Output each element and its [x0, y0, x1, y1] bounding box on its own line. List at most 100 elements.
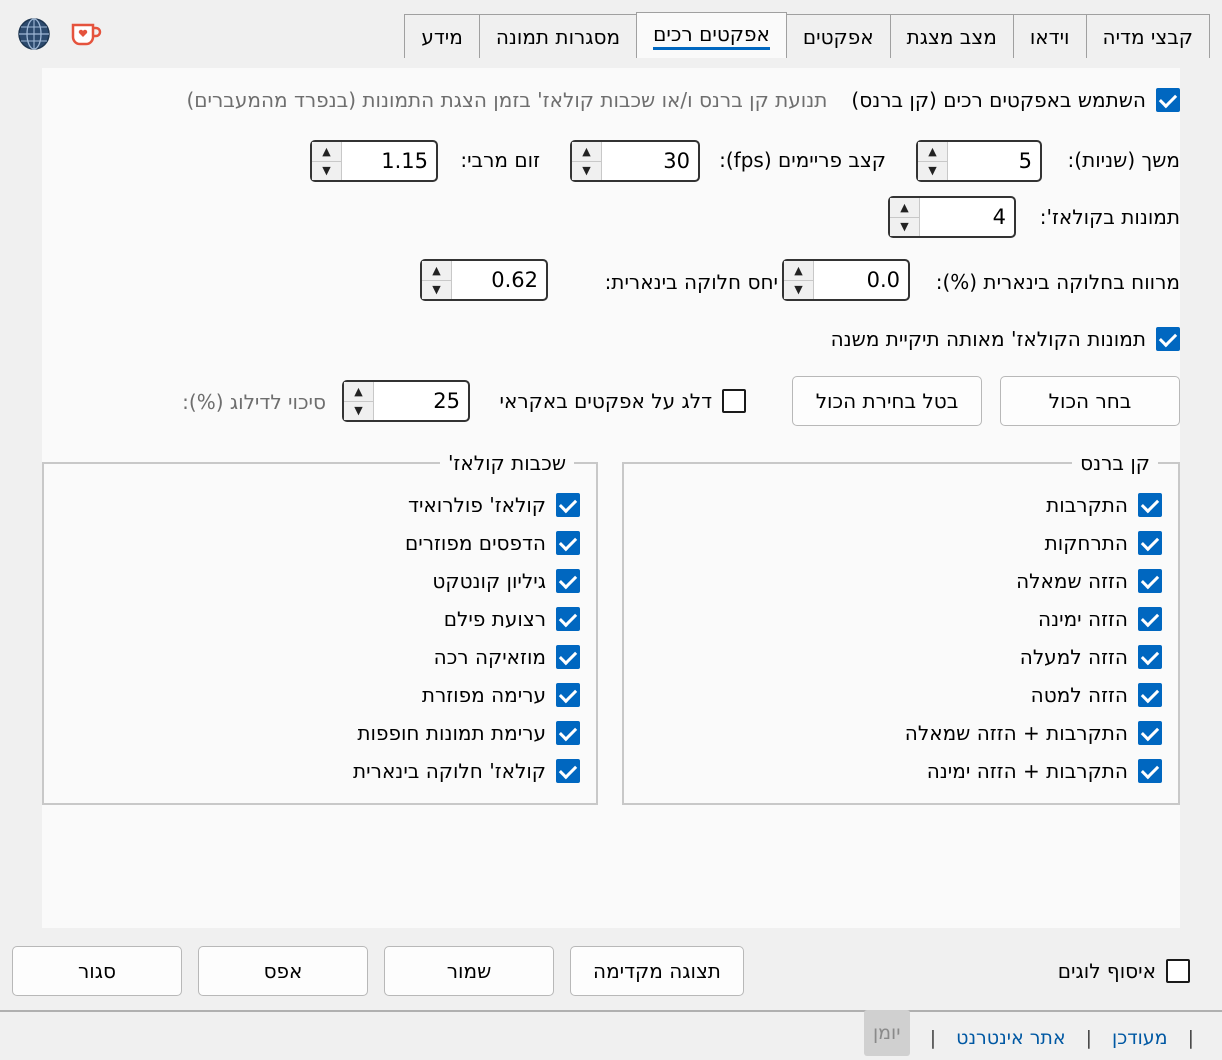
kenburns-item-pan-right[interactable]: הזזה ימינה [905, 600, 1162, 638]
duration-spinner[interactable]: ▲ ▼ 5 [916, 140, 1042, 182]
checkbox[interactable] [556, 607, 580, 631]
kenburns-item-zoom-pan-left[interactable]: התקרבות + הזזה שמאלה [905, 714, 1162, 752]
save-button[interactable]: שמור [384, 946, 554, 996]
kenburns-item-zoom-pan-right[interactable]: התקרבות + הזזה ימינה [905, 752, 1162, 790]
footer-separator: | [929, 1027, 937, 1049]
fps-label: קצב פריימים (fps): [719, 148, 886, 172]
checkbox[interactable] [556, 493, 580, 517]
checkbox[interactable] [1138, 683, 1162, 707]
spin-up-icon[interactable]: ▲ [784, 261, 813, 281]
checkbox[interactable] [1138, 493, 1162, 517]
select-all-button[interactable]: בחר הכול [1000, 376, 1180, 426]
collage-item-film-strip[interactable]: רצועת פילם [353, 600, 580, 638]
spin-down-icon[interactable]: ▼ [422, 281, 451, 300]
enable-soft-effects-checkbox[interactable] [1156, 88, 1180, 112]
kenburns-item-pan-left[interactable]: הזזה שמאלה [905, 562, 1162, 600]
footer-log-button[interactable]: יומן [863, 1010, 910, 1056]
collage-images-spinner[interactable]: ▲ ▼ 4 [888, 196, 1016, 238]
checkbox[interactable] [1138, 645, 1162, 669]
footer-updated-link[interactable]: מעודכן [1112, 1027, 1168, 1049]
fps-value[interactable]: 30 [602, 149, 698, 173]
zoom-spinner[interactable]: ▲ ▼ 1.15 [310, 140, 438, 182]
checkbox[interactable] [556, 683, 580, 707]
spin-up-icon[interactable]: ▲ [422, 261, 451, 281]
close-button[interactable]: סגור [12, 946, 182, 996]
duration-label: משך (שניות): [1067, 148, 1180, 172]
language-globe-icon[interactable] [17, 17, 51, 51]
collage-item-scattered-prints[interactable]: הדפסים מפוזרים [353, 524, 580, 562]
tab-slideshow-mode[interactable]: מצב מצגת [889, 14, 1014, 58]
footer-website-link[interactable]: אתר אינטרנט [956, 1027, 1065, 1049]
binary-split-ratio-value[interactable]: 0.62 [452, 268, 546, 292]
tab-effects[interactable]: אפקטים [785, 14, 891, 58]
checkbox[interactable] [556, 569, 580, 593]
collage-item-polaroid[interactable]: קולאז' פולרואיד [353, 486, 580, 524]
reset-button[interactable]: אפס [198, 946, 368, 996]
tab-photo-frames[interactable]: מסגרות תמונה [478, 14, 638, 58]
random-skip-label[interactable]: דלג על אפקטים באקראי [500, 389, 713, 413]
spin-up-icon[interactable]: ▲ [344, 382, 373, 402]
enable-soft-effects-label[interactable]: השתמש באפקטים רכים (קן ברנס) [851, 88, 1146, 112]
tab-media-files[interactable]: קבצי מדיה [1085, 14, 1210, 58]
same-folder-checkbox[interactable] [1156, 327, 1180, 351]
collage-item-soft-mosaic[interactable]: מוזאיקה רכה [353, 638, 580, 676]
tab-soft-effects[interactable]: אפקטים רכים [636, 12, 787, 58]
collage-images-value[interactable]: 4 [920, 205, 1014, 229]
checkbox[interactable] [1138, 759, 1162, 783]
checkbox[interactable] [1138, 721, 1162, 745]
fps-spinner[interactable]: ▲ ▼ 30 [570, 140, 700, 182]
skip-chance-label: סיכוי לדילוג (%): [182, 390, 326, 414]
kofi-cup-icon[interactable] [70, 20, 102, 48]
spin-up-icon[interactable]: ▲ [572, 142, 601, 162]
footer-separator: | [1187, 1027, 1194, 1049]
skip-chance-value[interactable]: 25 [374, 389, 468, 413]
binary-split-gap-value[interactable]: 0.0 [814, 268, 908, 292]
spin-down-icon[interactable]: ▼ [572, 162, 601, 181]
checkbox[interactable] [1138, 607, 1162, 631]
checkbox[interactable] [556, 759, 580, 783]
tab-video[interactable]: וידאו [1012, 14, 1087, 58]
preview-button[interactable]: תצוגה מקדימה [570, 946, 744, 996]
collage-item-scattered-stack[interactable]: ערימה מפוזרת [353, 676, 580, 714]
collage-item-binary-split[interactable]: קולאז' חלוקה בינארית [353, 752, 580, 790]
spin-up-icon[interactable]: ▲ [312, 142, 341, 162]
collect-logs-checkbox[interactable] [1166, 959, 1190, 983]
enable-soft-effects-row: השתמש באפקטים רכים (קן ברנס) תנועת קן בר… [186, 88, 1180, 112]
checkbox[interactable] [556, 721, 580, 745]
same-folder-label[interactable]: תמונות הקולאז' מאותה תיקיית משנה [831, 327, 1146, 351]
checkbox[interactable] [556, 645, 580, 669]
zoom-value[interactable]: 1.15 [342, 149, 436, 173]
kenburns-item-zoom-out[interactable]: התרחקות [905, 524, 1162, 562]
kenburns-item-pan-up[interactable]: הזזה למעלה [905, 638, 1162, 676]
collect-logs-row: איסוף לוגים [1058, 959, 1190, 983]
spin-down-icon[interactable]: ▼ [784, 281, 813, 300]
binary-split-ratio-label: יחס חלוקה בינארית: [604, 270, 778, 294]
tab-info[interactable]: מידע [404, 14, 480, 58]
checkbox[interactable] [1138, 569, 1162, 593]
checkbox[interactable] [1138, 531, 1162, 555]
spin-up-icon[interactable]: ▲ [890, 198, 919, 218]
collage-list: קולאז' פולרואיד הדפסים מפוזרים גיליון קו… [353, 486, 580, 790]
collect-logs-label[interactable]: איסוף לוגים [1058, 959, 1156, 983]
spin-down-icon[interactable]: ▼ [890, 218, 919, 237]
duration-value[interactable]: 5 [948, 149, 1040, 173]
deselect-all-button[interactable]: בטל בחירת הכול [792, 376, 982, 426]
kenburns-item-pan-down[interactable]: הזזה למטה [905, 676, 1162, 714]
random-skip-row: דלג על אפקטים באקראי [500, 389, 746, 413]
skip-chance-spinner[interactable]: ▲ ▼ 25 [342, 380, 470, 422]
collage-item-contact-sheet[interactable]: גיליון קונטקט [353, 562, 580, 600]
footer-divider [0, 1010, 1222, 1012]
spin-down-icon[interactable]: ▼ [312, 162, 341, 181]
footer-links: | מעודכן | אתר אינטרנט | יומן [863, 1010, 1194, 1056]
kenburns-list: התקרבות התרחקות הזזה שמאלה הזזה ימינה הז… [905, 486, 1162, 790]
collage-group-title: שכבות קולאז' [439, 451, 574, 475]
spin-down-icon[interactable]: ▼ [344, 402, 373, 421]
random-skip-checkbox[interactable] [722, 389, 746, 413]
binary-split-gap-spinner[interactable]: ▲ ▼ 0.0 [782, 259, 910, 301]
spin-down-icon[interactable]: ▼ [918, 162, 947, 181]
spin-up-icon[interactable]: ▲ [918, 142, 947, 162]
checkbox[interactable] [556, 531, 580, 555]
collage-item-overlapping-stack[interactable]: ערימת תמונות חופפות [353, 714, 580, 752]
kenburns-item-zoom-in[interactable]: התקרבות [905, 486, 1162, 524]
binary-split-ratio-spinner[interactable]: ▲ ▼ 0.62 [420, 259, 548, 301]
